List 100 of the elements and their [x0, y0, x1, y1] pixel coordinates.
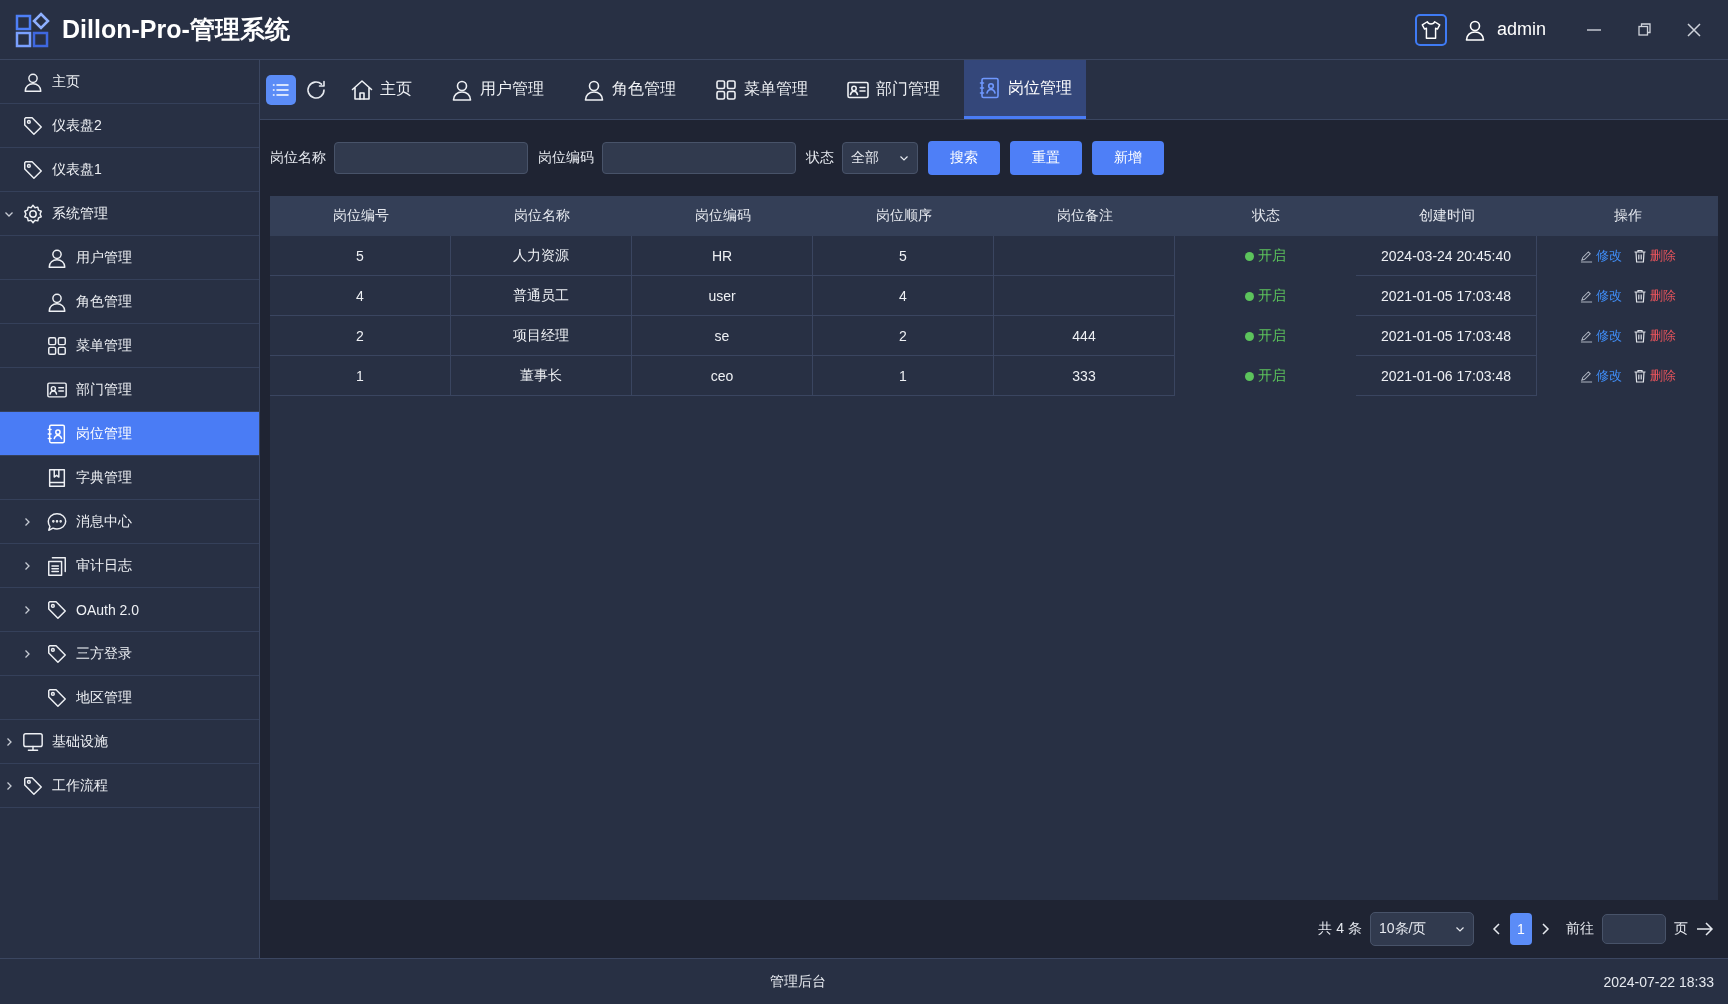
page-unit: 页 [1674, 920, 1688, 938]
tab[interactable]: 菜单管理 [700, 60, 822, 119]
sidebar-item[interactable]: 主页 [0, 60, 259, 104]
tab[interactable]: 主页 [336, 60, 426, 119]
sidebar-item[interactable]: 消息中心 [0, 500, 259, 544]
close-icon[interactable] [1687, 22, 1701, 37]
person-document-icon [46, 422, 68, 445]
action-button[interactable]: 新增 [1092, 141, 1164, 175]
sidebar-item[interactable]: 用户管理 [0, 236, 259, 280]
delete-link[interactable]: 删除 [1649, 367, 1676, 385]
table-cell: user [632, 276, 813, 316]
sidebar-item[interactable]: 岗位管理 [0, 412, 259, 456]
sidebar-item[interactable]: 角色管理 [0, 280, 259, 324]
person-document-icon [978, 76, 1002, 100]
sidebar-item[interactable]: 审计日志 [0, 544, 259, 588]
tag-icon [46, 642, 68, 665]
table-cell: 333 [994, 356, 1175, 396]
sidebar-item[interactable]: OAuth 2.0 [0, 588, 259, 632]
status-text: 开启 [1258, 367, 1286, 385]
sidebar-item[interactable]: 字典管理 [0, 456, 259, 500]
table-cell: 1 [813, 356, 994, 396]
tag-icon [22, 114, 44, 137]
page-size-select[interactable]: 10条/页 [1370, 912, 1474, 946]
text-field[interactable] [334, 142, 528, 174]
delete-link[interactable]: 删除 [1649, 247, 1676, 265]
column-header: 岗位顺序 [813, 196, 994, 236]
delete-link[interactable]: 删除 [1649, 327, 1676, 345]
tab[interactable]: 角色管理 [568, 60, 690, 119]
table-cell: 4 [813, 276, 994, 316]
previous-page-icon[interactable] [1492, 923, 1502, 935]
table-cell: 人力资源 [451, 236, 632, 276]
arrow-right-icon[interactable] [1696, 922, 1714, 936]
sidebar-item[interactable]: 菜单管理 [0, 324, 259, 368]
sidebar-item[interactable]: 仪表盘2 [0, 104, 259, 148]
sidebar-item[interactable]: 基础设施 [0, 720, 259, 764]
status-text: 开启 [1258, 287, 1286, 305]
column-header: 状态 [1175, 196, 1356, 236]
sidebar-item[interactable]: 地区管理 [0, 676, 259, 720]
sidebar-item[interactable]: 仪表盘1 [0, 148, 259, 192]
table-cell: 2021-01-05 17:03:48 [1356, 276, 1537, 316]
status-text: 开启 [1258, 327, 1286, 345]
theme-button[interactable] [1414, 13, 1447, 46]
tab[interactable]: 岗位管理 [964, 60, 1086, 119]
monitor-icon [22, 730, 44, 753]
sidebar-item[interactable]: 系统管理 [0, 192, 259, 236]
table-cell: 2 [270, 316, 451, 356]
column-header: 岗位编号 [270, 196, 451, 236]
edit-link[interactable]: 修改 [1595, 367, 1622, 385]
table-cell: ceo [632, 356, 813, 396]
column-header: 操作 [1537, 196, 1718, 236]
page-input[interactable] [1602, 914, 1666, 944]
chevron-down-icon [1455, 924, 1465, 934]
menu-toggle-button[interactable] [266, 74, 296, 105]
table-cell: se [632, 316, 813, 356]
tag-icon [22, 158, 44, 181]
table-cell: 5 [813, 236, 994, 276]
documents-icon [46, 554, 68, 577]
restore-icon[interactable] [1637, 23, 1651, 36]
trash-icon [1632, 249, 1647, 263]
sidebar-item[interactable]: 工作流程 [0, 764, 259, 808]
username[interactable]: admin [1496, 19, 1546, 40]
table-cell: 2021-01-05 17:03:48 [1356, 316, 1537, 356]
next-page-icon[interactable] [1540, 923, 1550, 935]
sidebar-item[interactable]: 三方登录 [0, 632, 259, 676]
edit-link[interactable]: 修改 [1595, 287, 1622, 305]
text-field[interactable] [602, 142, 796, 174]
table-cell: 2021-01-06 17:03:48 [1356, 356, 1537, 396]
tab[interactable]: 用户管理 [436, 60, 558, 119]
home-icon [350, 77, 374, 102]
pencil-icon [1579, 249, 1593, 263]
tag-icon [46, 686, 68, 709]
action-button[interactable]: 搜索 [928, 141, 1000, 175]
tab[interactable]: 部门管理 [832, 60, 954, 119]
edit-link[interactable]: 修改 [1595, 247, 1622, 265]
status-select[interactable]: 全部 [842, 142, 918, 174]
pencil-icon [1579, 369, 1593, 383]
table-cell: 1 [270, 356, 451, 396]
trash-icon [1632, 329, 1647, 343]
minimize-icon[interactable] [1587, 28, 1601, 31]
footer-datetime: 2024-07-22 18:33 [1603, 973, 1714, 990]
action-button[interactable]: 重置 [1010, 141, 1082, 175]
goto-label: 前往 [1566, 920, 1594, 938]
app-title: Dillon-Pro-管理系统 [62, 14, 290, 45]
table-cell: 董事长 [451, 356, 632, 396]
table-cell: 2024-03-24 20:45:40 [1356, 236, 1537, 276]
trash-icon [1632, 369, 1647, 383]
edit-link[interactable]: 修改 [1595, 327, 1622, 345]
table-cell: HR [632, 236, 813, 276]
shirt-icon [1419, 18, 1442, 41]
table-cell: 项目经理 [451, 316, 632, 356]
delete-link[interactable]: 删除 [1649, 287, 1676, 305]
total-count: 共 4 条 [1318, 920, 1362, 938]
tag-icon [22, 774, 44, 797]
field-label: 岗位名称 [270, 149, 326, 167]
table-cell: 2 [813, 316, 994, 356]
chat-bubble-icon [46, 510, 68, 533]
field-label: 岗位编码 [538, 149, 594, 167]
chevron-down-icon [899, 153, 909, 163]
column-header: 创建时间 [1356, 196, 1537, 236]
table-cell: 4 [270, 276, 451, 316]
